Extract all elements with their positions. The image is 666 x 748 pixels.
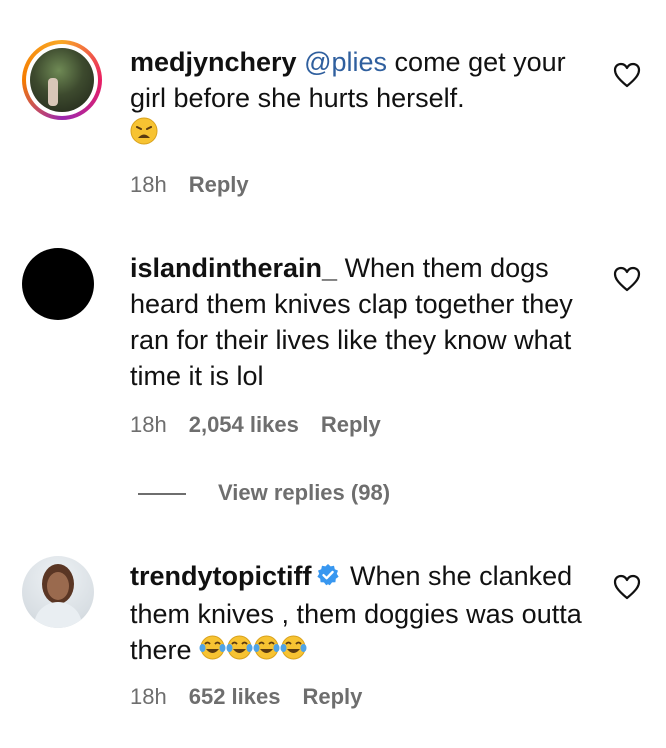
likes-count[interactable]: 652 likes: [189, 684, 281, 710]
like-heart-icon[interactable]: [613, 574, 641, 600]
comment-meta: 18h Reply: [130, 172, 249, 198]
comment-meta: 18h 2,054 likes Reply: [130, 412, 381, 438]
reply-button[interactable]: Reply: [189, 172, 249, 198]
reply-button[interactable]: Reply: [321, 412, 381, 438]
tears-of-joy-icon: [280, 634, 307, 670]
verified-badge-icon: [316, 560, 340, 596]
like-heart-icon[interactable]: [613, 62, 641, 88]
avatar[interactable]: [22, 248, 94, 320]
comment-username[interactable]: islandintherain_: [130, 253, 337, 283]
weary-face-icon: [130, 117, 158, 154]
avatar-story-ring[interactable]: [22, 40, 102, 120]
comment-username[interactable]: medjynchery: [130, 47, 297, 77]
comment-text: islandintherain_ When them dogs heard th…: [130, 250, 590, 394]
comment-mention[interactable]: @plies: [304, 47, 387, 77]
reply-button[interactable]: Reply: [302, 684, 362, 710]
tears-of-joy-icon: [199, 634, 226, 670]
comment-time: 18h: [130, 172, 167, 197]
comment-text: medjynchery @plies come get your girl be…: [130, 44, 590, 154]
comment-meta: 18h 652 likes Reply: [130, 684, 362, 710]
comment-time: 18h: [130, 412, 167, 437]
comment-time: 18h: [130, 684, 167, 709]
likes-count[interactable]: 2,054 likes: [189, 412, 299, 438]
comment-username[interactable]: trendytopictiff: [130, 561, 312, 591]
tears-of-joy-icon: [226, 634, 253, 670]
avatar[interactable]: [22, 556, 94, 628]
divider-line: [138, 493, 186, 495]
avatar: [30, 48, 94, 112]
view-replies-label: View replies (98): [218, 480, 391, 505]
like-heart-icon[interactable]: [613, 266, 641, 292]
tears-of-joy-icon: [253, 634, 280, 670]
comment-text: trendytopictiff When she clanked them kn…: [130, 558, 590, 670]
